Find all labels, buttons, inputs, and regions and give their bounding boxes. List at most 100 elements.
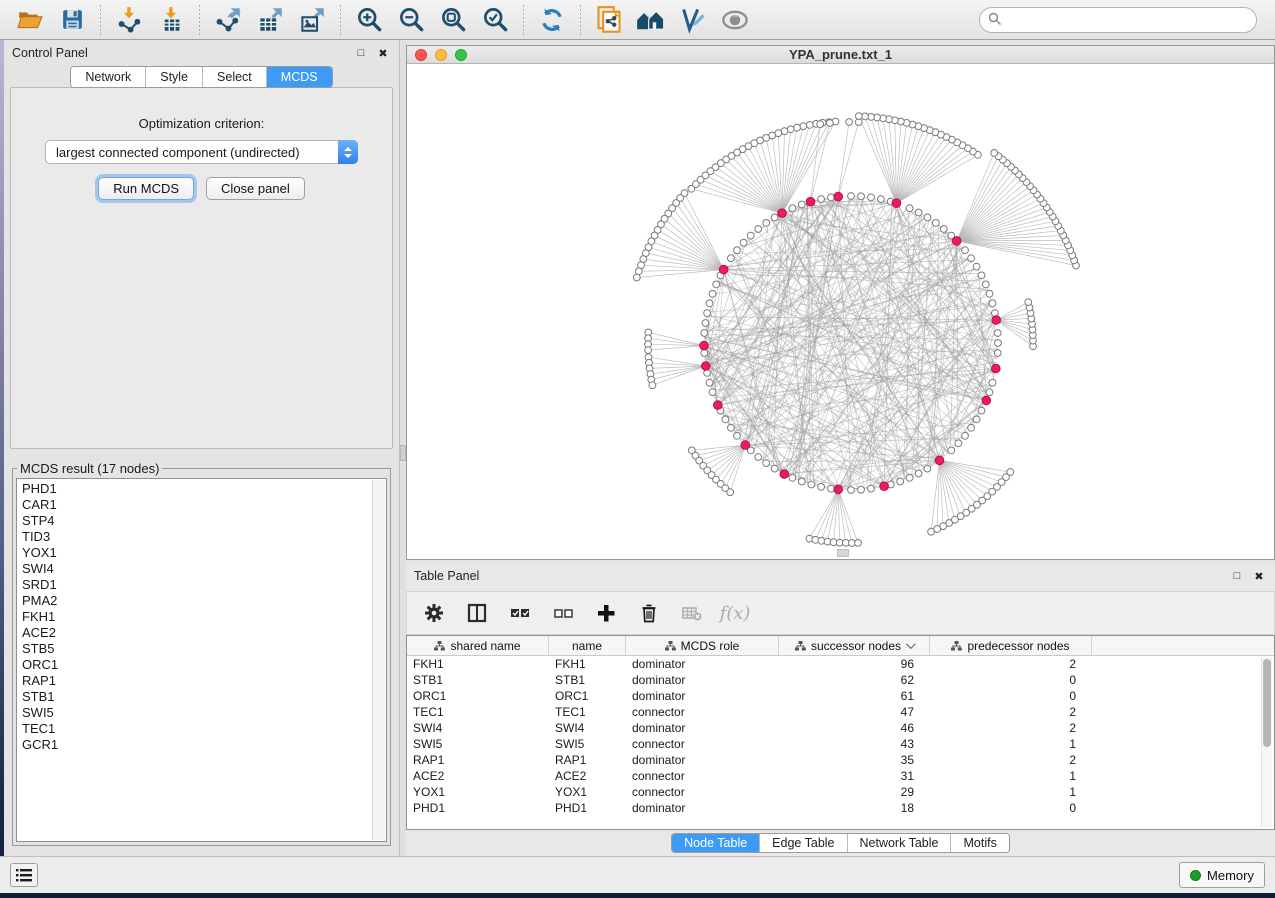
table-row[interactable]: RAP1RAP1dominator352 xyxy=(407,752,1274,768)
mcds-result-item[interactable]: ACE2 xyxy=(22,625,386,641)
control-tab-network[interactable]: Network xyxy=(71,67,146,87)
cell-shared-name[interactable]: FKH1 xyxy=(407,656,549,672)
column-header-predecessor-nodes[interactable]: predecessor nodes xyxy=(930,636,1092,655)
cell-successor-nodes[interactable]: 18 xyxy=(779,800,930,816)
graph-node[interactable] xyxy=(962,432,969,439)
graph-node[interactable] xyxy=(915,209,922,216)
graph-node[interactable] xyxy=(986,389,993,396)
graph-node[interactable] xyxy=(828,194,835,201)
validate-style-button[interactable] xyxy=(673,3,713,37)
graph-node[interactable] xyxy=(755,226,762,233)
close-panel-button[interactable]: Close panel xyxy=(206,177,305,200)
table-row[interactable]: FKH1FKH1dominator962 xyxy=(407,656,1274,672)
graph-mcds-node[interactable] xyxy=(992,316,1001,325)
graph-mcds-node[interactable] xyxy=(719,265,728,274)
graph-leaf-node[interactable] xyxy=(806,122,813,129)
graph-leaf-node[interactable] xyxy=(649,382,656,389)
graph-mcds-node[interactable] xyxy=(741,441,750,450)
graph-node[interactable] xyxy=(989,300,996,307)
cell-mcds-role[interactable]: connector xyxy=(626,736,779,752)
cell-predecessor-nodes[interactable]: 0 xyxy=(930,800,1092,816)
graph-node[interactable] xyxy=(771,465,778,472)
cell-predecessor-nodes[interactable]: 1 xyxy=(930,736,1092,752)
add-column-button[interactable] xyxy=(595,602,617,624)
cell-mcds-role[interactable]: connector xyxy=(626,768,779,784)
control-tab-style[interactable]: Style xyxy=(146,67,203,87)
table-row[interactable]: SWI5SWI5connector431 xyxy=(407,736,1274,752)
select-all-button[interactable] xyxy=(509,602,531,624)
mcds-list-scrollbar[interactable] xyxy=(372,480,385,840)
cell-name[interactable]: YOX1 xyxy=(549,784,626,800)
graph-node[interactable] xyxy=(789,474,796,481)
graph-node[interactable] xyxy=(755,454,762,461)
graph-node[interactable] xyxy=(709,290,716,297)
splitter-grip[interactable] xyxy=(400,445,406,461)
graph-node[interactable] xyxy=(722,416,729,423)
graph-node[interactable] xyxy=(808,481,815,488)
cell-name[interactable]: PHD1 xyxy=(549,800,626,816)
graph-leaf-node[interactable] xyxy=(855,540,862,547)
export-network-button[interactable] xyxy=(208,3,248,37)
horizontal-splitter-grip[interactable] xyxy=(837,549,849,557)
table-options-button[interactable] xyxy=(423,602,445,624)
graph-leaf-node[interactable] xyxy=(688,185,695,192)
save-session-button[interactable] xyxy=(52,3,92,37)
cell-mcds-role[interactable]: dominator xyxy=(626,720,779,736)
cell-successor-nodes[interactable]: 31 xyxy=(779,768,930,784)
graph-node[interactable] xyxy=(713,281,720,288)
control-tab-mcds[interactable]: MCDS xyxy=(267,67,332,87)
cell-predecessor-nodes[interactable]: 0 xyxy=(930,672,1092,688)
graph-node[interactable] xyxy=(924,214,931,221)
graph-leaf-node[interactable] xyxy=(846,119,853,126)
graph-node[interactable] xyxy=(995,340,1002,347)
cell-shared-name[interactable]: ORC1 xyxy=(407,688,549,704)
mcds-result-list[interactable]: PHD1CAR1STP4TID3YOX1SWI4SRD1PMA2FKH1ACE2… xyxy=(16,478,387,842)
graph-node[interactable] xyxy=(973,263,980,270)
graph-node[interactable] xyxy=(702,320,709,327)
show-hide-button[interactable] xyxy=(715,3,755,37)
import-table-button[interactable] xyxy=(151,3,191,37)
mcds-result-item[interactable]: STB5 xyxy=(22,641,386,657)
mcds-result-item[interactable]: TID3 xyxy=(22,529,386,545)
cell-successor-nodes[interactable]: 47 xyxy=(779,704,930,720)
cell-mcds-role[interactable]: dominator xyxy=(626,672,779,688)
cell-name[interactable]: FKH1 xyxy=(549,656,626,672)
table-scrollbar-thumb[interactable] xyxy=(1263,659,1271,747)
graph-node[interactable] xyxy=(989,379,996,386)
table-row[interactable]: STB1STB1dominator620 xyxy=(407,672,1274,688)
float-panel-icon[interactable]: □ xyxy=(353,45,369,61)
graph-node[interactable] xyxy=(868,194,875,201)
graph-node[interactable] xyxy=(897,478,904,485)
mcds-result-item[interactable]: YOX1 xyxy=(22,545,386,561)
graph-node[interactable] xyxy=(818,196,825,203)
zoom-out-button[interactable] xyxy=(391,3,431,37)
zoom-fit-button[interactable] xyxy=(433,3,473,37)
cell-predecessor-nodes[interactable]: 2 xyxy=(930,720,1092,736)
graph-node[interactable] xyxy=(858,193,865,200)
column-header-successor-nodes[interactable]: successor nodes xyxy=(779,636,930,655)
zoom-in-button[interactable] xyxy=(349,3,389,37)
cell-name[interactable]: SWI4 xyxy=(549,720,626,736)
graph-node[interactable] xyxy=(878,196,885,203)
delete-column-button[interactable] xyxy=(638,602,660,624)
graph-node[interactable] xyxy=(789,205,796,212)
mcds-result-item[interactable]: FKH1 xyxy=(22,609,386,625)
zoom-selected-button[interactable] xyxy=(475,3,515,37)
graph-node[interactable] xyxy=(728,424,735,431)
cell-predecessor-nodes[interactable]: 2 xyxy=(930,704,1092,720)
graph-leaf-node[interactable] xyxy=(1007,469,1014,476)
table-row[interactable]: ORC1ORC1dominator610 xyxy=(407,688,1274,704)
cell-shared-name[interactable]: TEC1 xyxy=(407,704,549,720)
graph-mcds-node[interactable] xyxy=(935,456,944,465)
graph-node[interactable] xyxy=(948,447,955,454)
graph-node[interactable] xyxy=(709,389,716,396)
memory-button[interactable]: Memory xyxy=(1179,862,1265,888)
run-mcds-button[interactable]: Run MCDS xyxy=(98,177,194,200)
import-network-button[interactable] xyxy=(109,3,149,37)
sort-chevron-icon[interactable] xyxy=(906,639,916,649)
graph-node[interactable] xyxy=(728,255,735,262)
table-row[interactable]: YOX1YOX1connector291 xyxy=(407,784,1274,800)
close-panel-icon[interactable]: ✖ xyxy=(375,45,391,61)
graph-node[interactable] xyxy=(734,247,741,254)
graph-node[interactable] xyxy=(848,193,855,200)
